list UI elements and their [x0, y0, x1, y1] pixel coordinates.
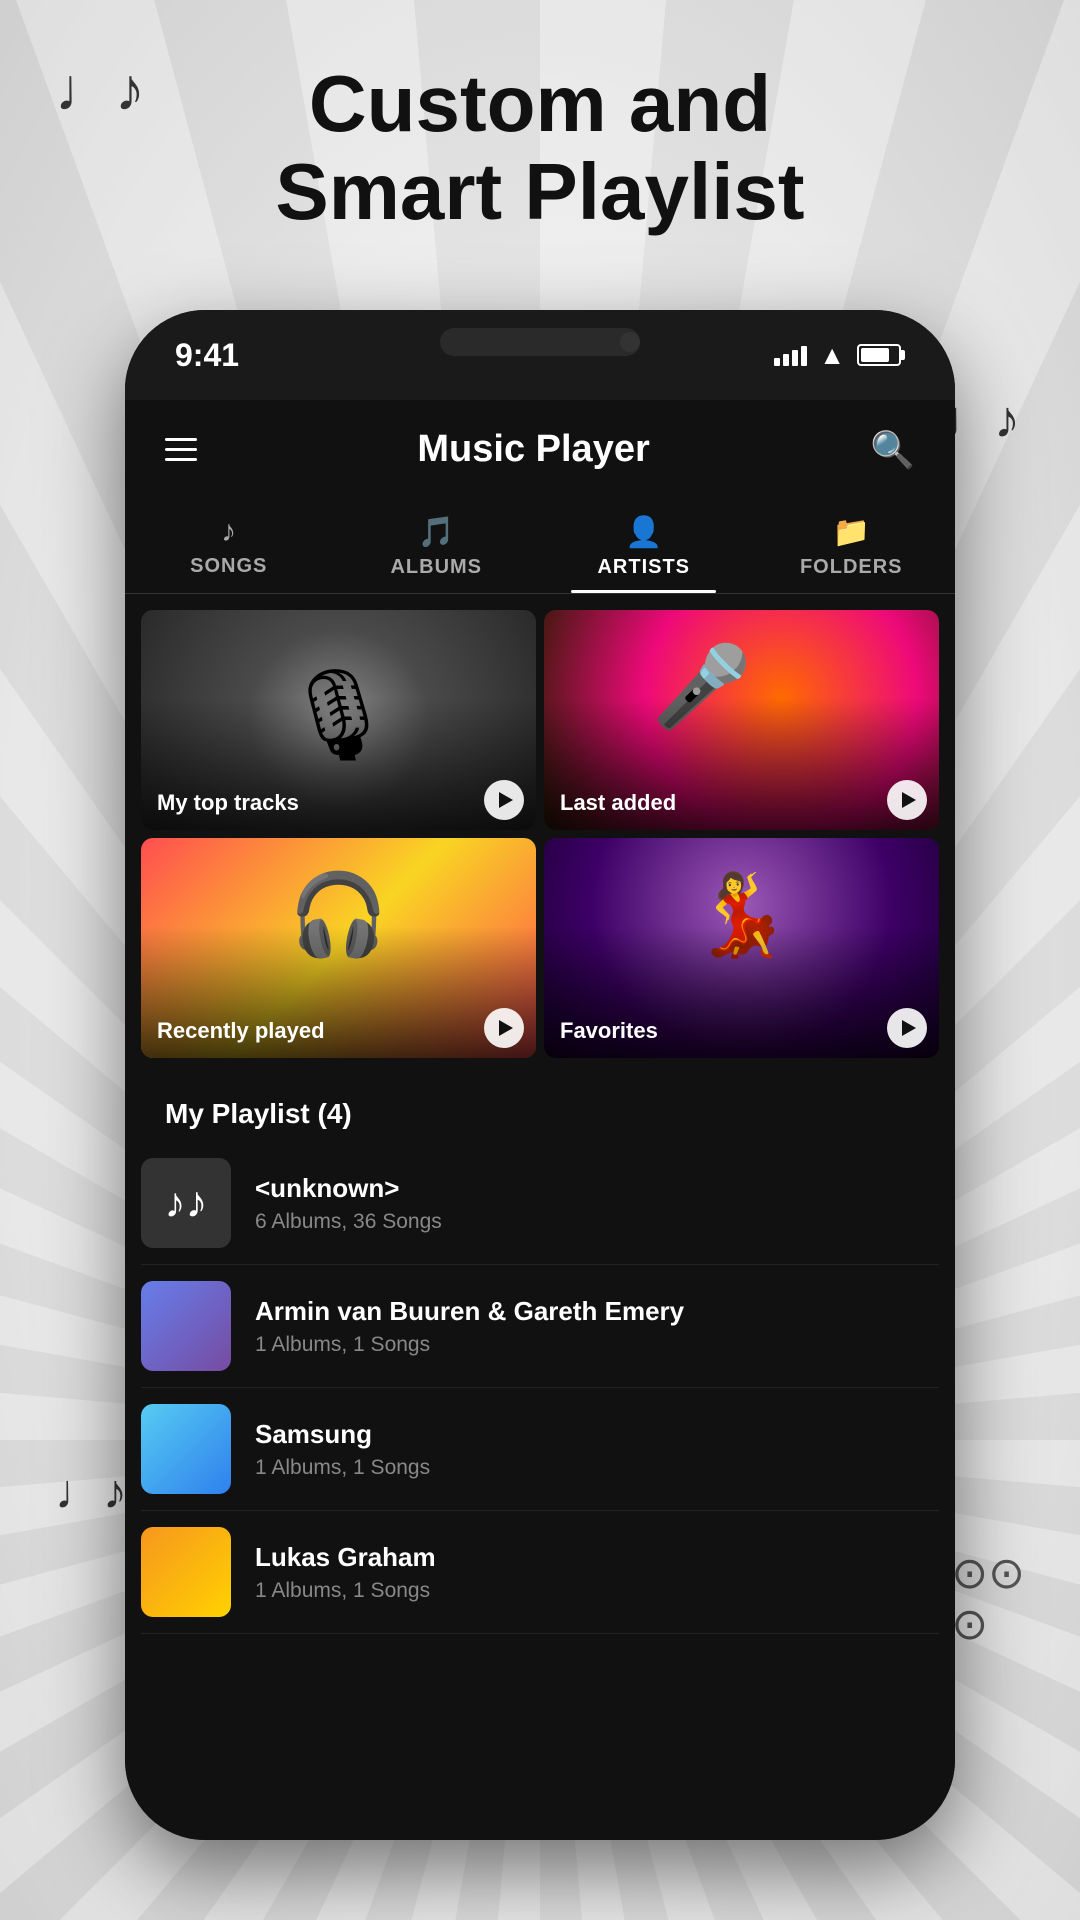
- tab-albums[interactable]: 🎵 ALBUMS: [333, 499, 541, 593]
- tab-songs[interactable]: ♪ SONGS: [125, 499, 333, 593]
- tab-artists[interactable]: 👤 ARTISTS: [540, 499, 748, 593]
- note-decoration-bl: ♩♪: [55, 1465, 127, 1520]
- artist-item-unknown[interactable]: ♪ <unknown> 6 Albums, 36 Songs: [141, 1142, 939, 1265]
- artist-thumb-lukas: [141, 1527, 231, 1617]
- camera-dot: [620, 332, 640, 352]
- artist-thumb-armin: [141, 1281, 231, 1371]
- artist-item-samsung[interactable]: Samsung 1 Albums, 1 Songs: [141, 1388, 939, 1511]
- note-decoration-br: ⊙⊙⊙: [951, 1548, 1025, 1650]
- artist-name-lukas: Lukas Graham: [255, 1542, 939, 1573]
- notch-pill: [440, 328, 640, 356]
- artist-name-armin: Armin van Buuren & Gareth Emery: [255, 1296, 939, 1327]
- songs-icon: ♪: [221, 515, 236, 549]
- status-bar: 9:41 ▲: [125, 310, 955, 400]
- artists-icon: 👤: [625, 515, 662, 550]
- music-note-icon: ♪: [165, 1179, 186, 1227]
- card-last-added-label: Last added: [560, 790, 676, 816]
- tab-folders-label: FOLDERS: [800, 556, 903, 579]
- card-top-tracks-label: My top tracks: [157, 790, 299, 816]
- artist-info-unknown: <unknown> 6 Albums, 36 Songs: [255, 1173, 939, 1234]
- my-playlist-header: My Playlist (4): [125, 1074, 955, 1142]
- battery-icon: [857, 344, 905, 366]
- card-favorites-label: Favorites: [560, 1018, 658, 1044]
- status-time: 9:41: [175, 337, 239, 374]
- card-recently-played-label: Recently played: [157, 1018, 325, 1044]
- artist-meta-unknown: 6 Albums, 36 Songs: [255, 1210, 939, 1234]
- app-title: Music Player: [197, 428, 870, 471]
- artist-info-armin: Armin van Buuren & Gareth Emery 1 Albums…: [255, 1296, 939, 1357]
- search-button[interactable]: 🔍: [870, 429, 915, 471]
- tab-songs-label: SONGS: [190, 555, 267, 578]
- card-favorites-play[interactable]: [887, 1008, 927, 1048]
- tabs-bar: ♪ SONGS 🎵 ALBUMS 👤 ARTISTS 📁 FOLDERS: [125, 499, 955, 594]
- app-header: Music Player 🔍: [125, 400, 955, 499]
- artist-thumb-samsung: [141, 1404, 231, 1494]
- artist-item-armin[interactable]: Armin van Buuren & Gareth Emery 1 Albums…: [141, 1265, 939, 1388]
- card-recently-played[interactable]: Recently played: [141, 838, 536, 1058]
- signal-icon: [774, 344, 807, 366]
- artist-meta-lukas: 1 Albums, 1 Songs: [255, 1579, 939, 1603]
- artist-name-samsung: Samsung: [255, 1419, 939, 1450]
- card-recently-played-play[interactable]: [484, 1008, 524, 1048]
- artist-name-unknown: <unknown>: [255, 1173, 939, 1204]
- hamburger-button[interactable]: [165, 438, 197, 461]
- card-top-tracks-play[interactable]: [484, 780, 524, 820]
- artist-list: ♪ <unknown> 6 Albums, 36 Songs Armin van…: [125, 1142, 955, 1634]
- artist-meta-samsung: 1 Albums, 1 Songs: [255, 1456, 939, 1480]
- phone-frame: 9:41 ▲ Music Player 🔍: [125, 310, 955, 1840]
- tab-folders[interactable]: 📁 FOLDERS: [748, 499, 956, 593]
- artist-thumb-unknown: ♪: [141, 1158, 231, 1248]
- phone-screen: Music Player 🔍 ♪ SONGS 🎵 ALBUMS 👤 ARTIST…: [125, 400, 955, 1840]
- card-top-tracks[interactable]: My top tracks: [141, 610, 536, 830]
- tab-albums-label: ALBUMS: [390, 556, 482, 579]
- page-title: Custom and Smart Playlist: [0, 60, 1080, 236]
- card-last-added-play[interactable]: [887, 780, 927, 820]
- playlist-grid: My top tracks Last added Recently played…: [125, 594, 955, 1074]
- tab-artists-label: ARTISTS: [597, 556, 690, 579]
- card-last-added[interactable]: Last added: [544, 610, 939, 830]
- artist-info-lukas: Lukas Graham 1 Albums, 1 Songs: [255, 1542, 939, 1603]
- folders-icon: 📁: [833, 515, 870, 550]
- artist-item-lukas[interactable]: Lukas Graham 1 Albums, 1 Songs: [141, 1511, 939, 1634]
- wifi-icon: ▲: [819, 340, 845, 371]
- status-icons: ▲: [774, 340, 905, 371]
- card-favorites[interactable]: Favorites: [544, 838, 939, 1058]
- albums-icon: 🎵: [418, 515, 455, 550]
- artist-info-samsung: Samsung 1 Albums, 1 Songs: [255, 1419, 939, 1480]
- artist-meta-armin: 1 Albums, 1 Songs: [255, 1333, 939, 1357]
